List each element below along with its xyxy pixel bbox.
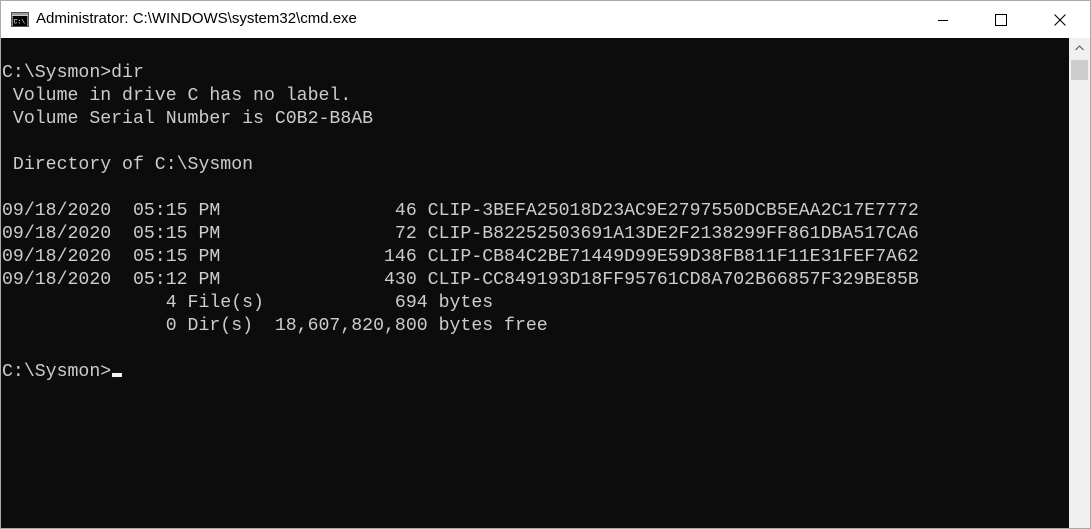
console-line: C:\Sysmon>dir [2, 63, 144, 83]
console-line: 0 Dir(s) 18,607,820,800 bytes free [2, 316, 548, 336]
prompt-line[interactable]: C:\Sysmon> [2, 361, 919, 384]
minimize-button[interactable] [914, 1, 972, 38]
maximize-icon [995, 13, 1007, 26]
console-line: Volume in drive C has no label. [2, 86, 352, 106]
close-button[interactable] [1031, 1, 1089, 38]
maximize-button[interactable] [972, 1, 1030, 38]
minimize-icon [938, 19, 948, 21]
console-line: 09/18/2020 05:15 PM 46 CLIP-3BEFA25018D2… [2, 201, 919, 221]
vertical-scrollbar[interactable] [1069, 38, 1090, 528]
text-cursor [112, 373, 123, 377]
console-line: 09/18/2020 05:15 PM 72 CLIP-B82252503691… [2, 224, 919, 244]
console-line: 4 File(s) 694 bytes [2, 293, 494, 313]
scroll-up-button[interactable] [1069, 38, 1090, 57]
console-output[interactable]: C:\Sysmon>dir Volume in drive C has no l… [1, 38, 1069, 528]
cmd-window: C:\ Administrator: C:\WINDOWS\system32\c… [0, 0, 1091, 529]
svg-text:C:\: C:\ [14, 19, 26, 26]
console-line: Directory of C:\Sysmon [2, 155, 254, 175]
cmd-app-icon[interactable]: C:\ [11, 12, 29, 27]
console-line: 09/18/2020 05:12 PM 430 CLIP-CC849193D18… [2, 270, 919, 290]
window-title: Administrator: C:\WINDOWS\system32\cmd.e… [36, 10, 357, 27]
command-prompt: C:\Sysmon> [2, 362, 112, 382]
close-icon [1054, 13, 1066, 26]
chevron-up-icon [1075, 44, 1084, 50]
console-text: C:\Sysmon>dir Volume in drive C has no l… [2, 62, 919, 384]
console-line: Volume Serial Number is C0B2-B8AB [2, 109, 374, 129]
title-bar[interactable]: C:\ Administrator: C:\WINDOWS\system32\c… [1, 1, 1090, 38]
console-line: 09/18/2020 05:15 PM 146 CLIP-CB84C2BE714… [2, 247, 919, 267]
scrollbar-thumb[interactable] [1071, 60, 1088, 80]
